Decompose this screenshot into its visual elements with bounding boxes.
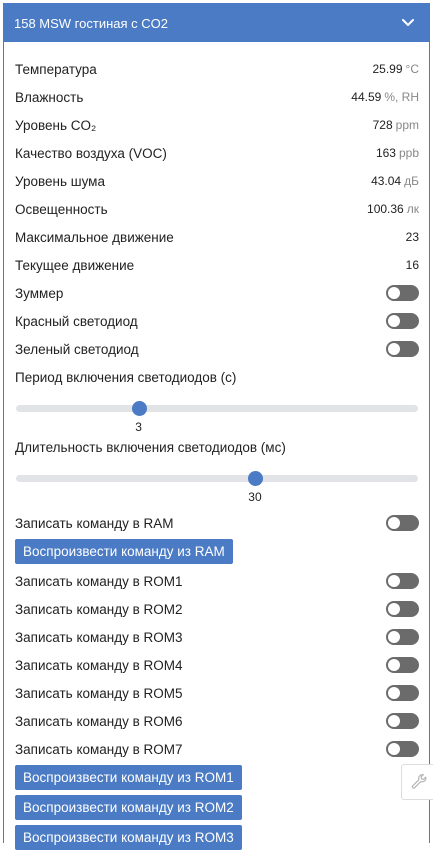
slider-track[interactable] [16,475,418,482]
write-rom3-toggle[interactable] [386,629,419,645]
card-header[interactable]: 158 MSW гостиная с CO2 [4,4,429,42]
switch-row-write-rom3: Записать команду в ROM3 [15,623,419,651]
switch-label: Зуммер [15,285,64,301]
slider-thumb[interactable] [247,471,263,486]
slider-value: 30 [248,490,262,504]
switch-row-red-led: Красный светодиод [15,307,419,335]
slider-track[interactable] [16,405,418,412]
write-rom6-toggle[interactable] [386,713,419,729]
sensor-value: 25.99 [372,62,403,76]
switch-label: Записать команду в ROM5 [15,685,183,701]
sensor-row-voc: Качество воздуха (VOC) 163 ppb [15,139,419,167]
sensor-row-temperature: Температура 25.99 °C [15,55,419,83]
switch-row-write-rom7: Записать команду в ROM7 [15,735,419,763]
switch-row-buzzer: Зуммер [15,279,419,307]
sensor-unit: ppm [395,118,419,132]
sensor-label: Текущее движение [15,257,135,273]
sensor-label: Температура [15,61,97,77]
sensor-row-humidity: Влажность 44.59%, RH [15,83,419,111]
chevron-down-icon[interactable] [401,16,415,30]
wrench-icon[interactable] [401,764,433,800]
sensor-label: Освещенность [15,201,108,217]
write-rom7-toggle[interactable] [386,741,419,757]
sensor-value: 728 [372,118,393,132]
switch-label: Записать команду в RAM [15,515,174,531]
sensor-unit: %, RH [384,90,419,104]
switch-label: Записать команду в ROM4 [15,657,183,673]
sensor-row-noise: Уровень шума 43.04 дБ [15,167,419,195]
slider-label-period: Период включения светодиодов (с) [15,369,237,385]
sensor-row-max-motion: Максимальное движение 23 [15,223,419,251]
sensor-label: Максимальное движение [15,229,174,245]
sensor-unit: ppb [398,146,419,160]
sensor-row-co2: Уровень CO₂ 728 ppm [15,111,419,139]
write-rom2-toggle[interactable] [386,601,419,617]
sensor-unit: лк [406,202,419,216]
switch-row-write-rom2: Записать команду в ROM2 [15,595,419,623]
switch-row-write-rom4: Записать команду в ROM4 [15,651,419,679]
device-card: 158 MSW гостиная с CO2 Температура 25.99… [3,3,430,850]
slider-value: 3 [135,420,142,434]
sensor-unit: °C [405,62,419,76]
switch-label: Записать команду в ROM3 [15,629,183,645]
switch-row-green-led: Зеленый светодиод [15,335,419,363]
sensor-value: 163 [375,146,396,160]
switch-row-write-ram: Записать команду в RAM [15,509,419,537]
period-slider[interactable]: 3 [15,389,419,435]
switch-label: Записать команду в ROM1 [15,573,183,589]
write-ram-toggle[interactable] [386,515,419,531]
sensor-value: 44.59 [351,90,382,104]
sensor-value: 16 [405,258,419,272]
sensor-label: Уровень CO₂ [15,117,97,133]
switch-label: Красный светодиод [15,313,138,329]
sensor-row-current-motion: Текущее движение 16 [15,251,419,279]
switch-row-write-rom6: Записать команду в ROM6 [15,707,419,735]
switch-label: Записать команду в ROM7 [15,741,183,757]
write-rom4-toggle[interactable] [386,657,419,673]
duration-slider[interactable]: 30 [15,459,419,505]
sensor-value: 23 [405,230,419,244]
green-led-toggle[interactable] [386,341,419,357]
switch-label: Зеленый светодиод [15,341,139,357]
buzzer-toggle[interactable] [386,285,419,301]
sensor-unit: дБ [404,174,419,188]
red-led-toggle[interactable] [386,313,419,329]
switch-label: Записать команду в ROM6 [15,713,183,729]
play-rom3-button[interactable]: Воспроизвести команду из ROM3 [15,825,242,850]
sensor-value: 100.36 [367,202,404,216]
switch-row-write-rom5: Записать команду в ROM5 [15,679,419,707]
play-rom2-button[interactable]: Воспроизвести команду из ROM2 [15,795,242,820]
slider-thumb[interactable] [131,401,147,416]
switch-row-write-rom1: Записать команду в ROM1 [15,567,419,595]
play-ram-button[interactable]: Воспроизвести команду из RAM [15,539,233,564]
sensor-label: Влажность [15,89,84,105]
slider-label-duration: Длительность включения светодиодов (мс) [15,439,286,455]
sensor-label: Уровень шума [15,173,105,189]
sensor-row-illuminance: Освещенность 100.36 лк [15,195,419,223]
play-rom1-button[interactable]: Воспроизвести команду из ROM1 [15,765,242,790]
sensor-value: 43.04 [371,174,402,188]
card-body: Температура 25.99 °C Влажность 44.59%, RH… [4,42,429,853]
switch-label: Записать команду в ROM2 [15,601,183,617]
sensor-label: Качество воздуха (VOC) [15,145,167,161]
device-title: 158 MSW гостиная с CO2 [14,15,168,31]
write-rom5-toggle[interactable] [386,685,419,701]
write-rom1-toggle[interactable] [386,573,419,589]
